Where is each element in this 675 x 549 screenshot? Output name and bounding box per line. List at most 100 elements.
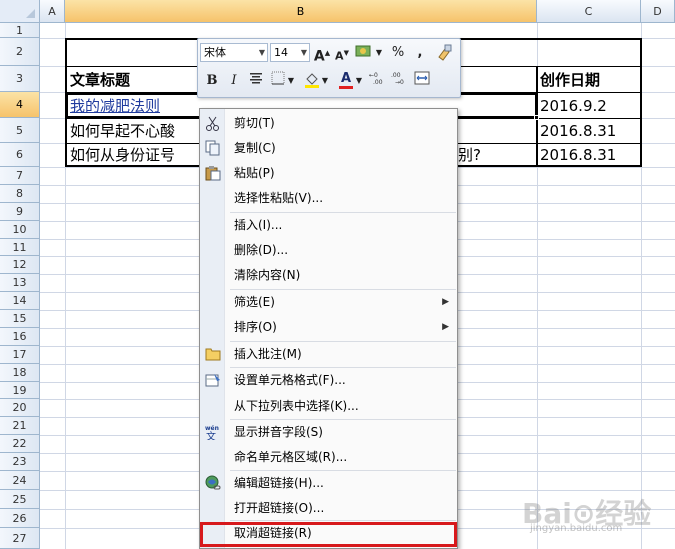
column-header-c[interactable]: C bbox=[537, 0, 641, 23]
svg-text:wén: wén bbox=[205, 425, 219, 432]
menu-item-2[interactable]: 复制(C) bbox=[200, 136, 457, 160]
menu-item-8[interactable]: 筛选(E) ▶ bbox=[200, 290, 457, 314]
cell-c4-date[interactable]: 2016.9.2 bbox=[537, 94, 607, 118]
menu-item-1[interactable]: 剪切(T) bbox=[200, 111, 457, 135]
menu-item-label: 编辑超链接(H)... bbox=[234, 476, 324, 490]
cell-b4-hyperlink[interactable]: 我的减肥法则 bbox=[70, 94, 160, 118]
row-header-5[interactable]: 5 bbox=[0, 118, 40, 143]
bold-button[interactable]: B bbox=[202, 71, 222, 91]
chevron-down-icon[interactable]: ▼ bbox=[320, 71, 330, 91]
row-header-16[interactable]: 16 bbox=[0, 328, 40, 346]
format-painter-icon bbox=[438, 44, 452, 61]
decrease-decimal-button[interactable]: .00 →0 bbox=[390, 71, 410, 91]
row-header-8[interactable]: 8 bbox=[0, 185, 40, 203]
row-header-13[interactable]: 13 bbox=[0, 274, 40, 292]
cell-c5-date[interactable]: 2016.8.31 bbox=[537, 119, 616, 143]
row-header-17[interactable]: 17 bbox=[0, 346, 40, 364]
mini-toolbar: 宋体 ▼ 14 ▼ A▲ A▼ ▼ % , B I ▼ ▼ A ▼ ←0.00 … bbox=[197, 38, 461, 98]
chevron-down-icon[interactable]: ▼ bbox=[374, 43, 384, 63]
percent-button[interactable]: % bbox=[388, 43, 408, 63]
menu-separator bbox=[230, 520, 456, 521]
merge-center-icon bbox=[414, 71, 430, 85]
submenu-arrow-icon: ▶ bbox=[442, 322, 449, 332]
menu-item-3[interactable]: 粘贴(P) bbox=[200, 161, 457, 185]
row-header-9[interactable]: 9 bbox=[0, 203, 40, 221]
menu-item-13[interactable]: wén 文显示拼音字段(S) bbox=[200, 420, 457, 444]
cell-b6-tail: 别? bbox=[458, 146, 481, 164]
font-color-icon: A bbox=[340, 71, 352, 86]
menu-item-5[interactable]: 插入(I)... bbox=[200, 213, 457, 237]
svg-text:.00: .00 bbox=[391, 72, 401, 79]
chevron-down-icon[interactable]: ▼ bbox=[354, 71, 364, 91]
shrink-font-icon: A bbox=[335, 49, 344, 63]
font-color-swatch bbox=[339, 86, 353, 89]
row-header-24[interactable]: 24 bbox=[0, 471, 40, 490]
accounting-format-button[interactable] bbox=[354, 43, 374, 63]
row-header-1[interactable]: 1 bbox=[0, 23, 40, 38]
italic-button[interactable]: I bbox=[224, 71, 244, 91]
row-header-2[interactable]: 2 bbox=[0, 38, 40, 66]
menu-item-16[interactable]: 打开超链接(O)... bbox=[200, 496, 457, 520]
column-header-d[interactable]: D bbox=[641, 0, 675, 23]
row-header-4[interactable]: 4 bbox=[0, 92, 40, 118]
row-header-15[interactable]: 15 bbox=[0, 310, 40, 328]
font-size-combo[interactable]: 14 ▼ bbox=[270, 43, 310, 62]
font-name-combo[interactable]: 宋体 ▼ bbox=[200, 43, 268, 62]
shrink-font-button[interactable]: A▼ bbox=[332, 43, 352, 63]
row-header-11[interactable]: 11 bbox=[0, 239, 40, 256]
chevron-down-icon[interactable]: ▼ bbox=[286, 71, 296, 91]
grow-font-button[interactable]: A▲ bbox=[312, 43, 332, 65]
menu-item-9[interactable]: 排序(O) ▶ bbox=[200, 315, 457, 339]
menu-item-10[interactable]: 插入批注(M) bbox=[200, 342, 457, 366]
menu-item-label: 插入批注(M) bbox=[234, 347, 302, 361]
svg-text:→0: →0 bbox=[395, 79, 404, 85]
row-header-18[interactable]: 18 bbox=[0, 364, 40, 382]
menu-item-12[interactable]: 从下拉列表中选择(K)... bbox=[200, 394, 457, 418]
row-header-14[interactable]: 14 bbox=[0, 292, 40, 310]
row-header-3[interactable]: 3 bbox=[0, 66, 40, 92]
menu-separator bbox=[230, 419, 456, 420]
row-header-22[interactable]: 22 bbox=[0, 435, 40, 453]
menu-item-11[interactable]: 设置单元格格式(F)... bbox=[200, 368, 457, 392]
menu-item-7[interactable]: 清除内容(N) bbox=[200, 263, 457, 287]
borders-button[interactable] bbox=[268, 71, 288, 91]
menu-item-6[interactable]: 删除(D)... bbox=[200, 238, 457, 262]
cell-b6[interactable]: 如何从身份证号 bbox=[70, 144, 175, 167]
row-header-21[interactable]: 21 bbox=[0, 417, 40, 435]
cell-b5[interactable]: 如何早起不心酸 bbox=[70, 119, 175, 143]
menu-item-label: 清除内容(N) bbox=[234, 268, 301, 282]
format-painter-button[interactable] bbox=[434, 43, 454, 63]
comma-button[interactable]: , bbox=[410, 43, 430, 63]
menu-item-14[interactable]: 命名单元格区域(R)... bbox=[200, 445, 457, 469]
menu-item-label: 复制(C) bbox=[234, 141, 276, 155]
font-size-value: 14 bbox=[274, 46, 288, 59]
row-header-23[interactable]: 23 bbox=[0, 453, 40, 471]
increase-decimal-button[interactable]: ←0.00 bbox=[368, 71, 388, 91]
column-header-a[interactable]: A bbox=[40, 0, 65, 23]
row-header-10[interactable]: 10 bbox=[0, 221, 40, 239]
comment-icon bbox=[205, 346, 221, 362]
menu-separator bbox=[230, 367, 456, 368]
row-header-27[interactable]: 27 bbox=[0, 528, 40, 549]
row-header-26[interactable]: 26 bbox=[0, 509, 40, 528]
row-header-7[interactable]: 7 bbox=[0, 167, 40, 185]
row-header-12[interactable]: 12 bbox=[0, 256, 40, 274]
row-header-6[interactable]: 6 bbox=[0, 143, 40, 167]
grow-font-icon: A bbox=[313, 48, 325, 65]
menu-item-label: 粘贴(P) bbox=[234, 166, 275, 180]
merge-center-button[interactable] bbox=[412, 71, 432, 91]
highlight-box bbox=[200, 522, 457, 547]
row-header-25[interactable]: 25 bbox=[0, 490, 40, 509]
menu-item-4[interactable]: 选择性粘贴(V)... bbox=[200, 186, 457, 210]
menu-item-15[interactable]: 编辑超链接(H)... bbox=[200, 471, 457, 495]
submenu-arrow-icon: ▶ bbox=[442, 297, 449, 307]
cell-c3-header[interactable]: 创作日期 bbox=[540, 68, 600, 92]
column-header-b[interactable]: B bbox=[65, 0, 537, 23]
cell-b3-header[interactable]: 文章标题 bbox=[70, 68, 130, 92]
center-align-button[interactable] bbox=[246, 71, 266, 91]
row-header-19[interactable]: 19 bbox=[0, 382, 40, 399]
fill-color-button[interactable] bbox=[302, 71, 322, 91]
font-color-button[interactable]: A bbox=[336, 69, 356, 91]
row-header-20[interactable]: 20 bbox=[0, 399, 40, 417]
cell-c6-date[interactable]: 2016.8.31 bbox=[537, 144, 616, 167]
